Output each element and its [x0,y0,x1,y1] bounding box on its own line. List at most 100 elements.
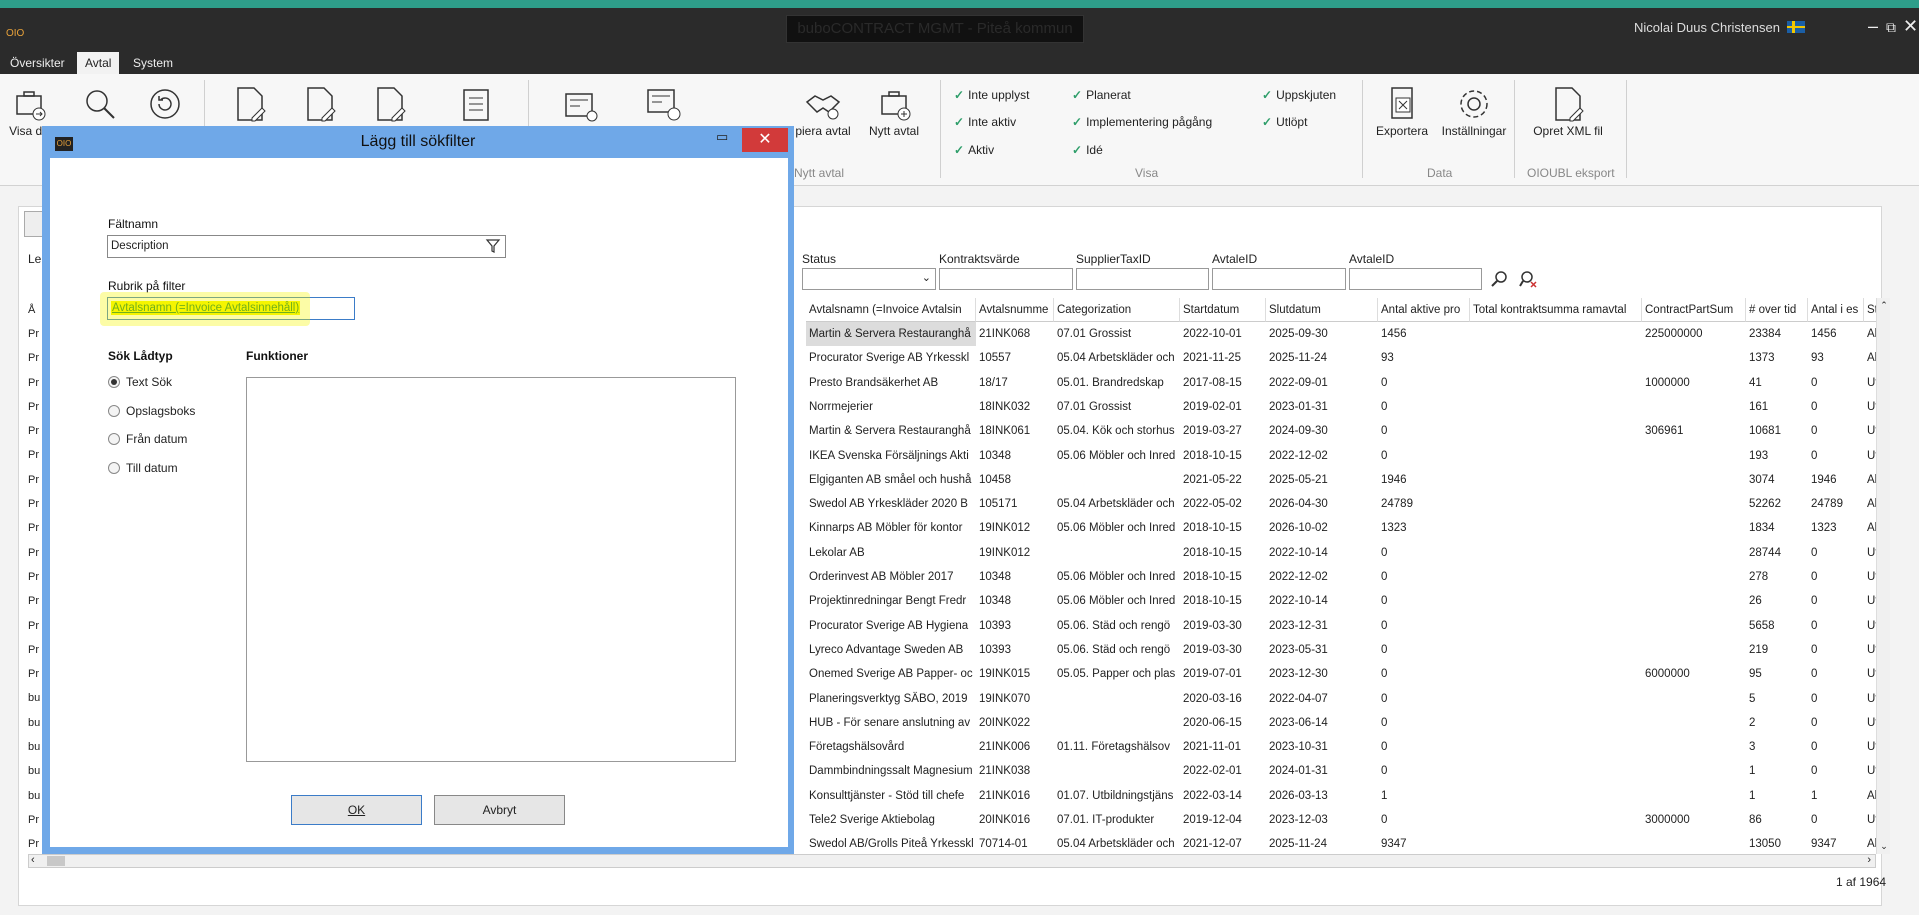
vertical-scrollbar[interactable]: ⌃ ⌄ [1876,298,1890,854]
exportera-button[interactable]: Exportera [1372,84,1432,138]
table-row[interactable]: Lyreco Advantage Sweden AB 10393 05.06. St… [806,638,1876,662]
column-header[interactable]: St [1864,298,1876,322]
table-cell: 05.04 Arbetskläder och [1057,838,1175,851]
minimize-button[interactable]: – [1868,16,1878,37]
table-row[interactable]: Planeringsverktyg SÄBO, 2019 19INK070 2020… [806,687,1876,711]
table-row[interactable]: Orderinvest AB Möbler 2017 10348 05.06 Möb… [806,565,1876,589]
check-label: Utlöpt [1276,115,1308,129]
table-row[interactable]: Swedol AB Yrkeskläder 2020 B 105171 05.04 … [806,492,1876,516]
table-row[interactable]: Procurator Sverige AB Yrkesskl 10557 05.04… [806,346,1876,370]
column-header[interactable]: Slutdatum [1266,298,1378,322]
edit-doc-2-button[interactable] [300,84,340,124]
check-planerat[interactable]: ✓ Planerat [1072,88,1131,102]
column-header[interactable]: ContractPartSum [1642,298,1746,322]
caption-input[interactable]: Avtalsnamn (=Invoice Avtalsinnehåll) [107,297,355,320]
menu-avtal[interactable]: Avtal [77,52,120,74]
menu-oversikter[interactable]: Översikter [2,52,73,74]
search-icon[interactable] [1490,269,1510,289]
kontraktsvarde-input[interactable] [939,268,1073,290]
scroll-thumb[interactable] [47,856,65,866]
installningar-button[interactable]: Inställningar [1436,84,1512,138]
table-row[interactable]: Lekolar AB 19INK012 2018-10-15 2022-10-14 0 2… [806,541,1876,565]
user-name[interactable]: Nicolai Duus Christensen [1634,20,1805,35]
column-header[interactable]: # over tid [1746,298,1808,322]
table-row[interactable]: Elgiganten AB småel och hushå 10458 2021-0… [806,468,1876,492]
table-cell [1642,541,1746,565]
status-select[interactable]: ⌄ [802,268,936,290]
table-cell: 2018-10-15 [1183,449,1242,462]
menu-system[interactable]: System [125,52,181,74]
check-ide[interactable]: ✓ Idé [1072,143,1103,157]
scroll-down-icon[interactable]: ⌄ [1877,841,1891,852]
ok-button[interactable]: OK [291,795,422,825]
radio-till-datum[interactable]: Till datum [108,461,178,475]
kopiera-avtal-button[interactable]: piera avtal [793,84,853,138]
doc-list-button[interactable] [456,84,496,124]
table-row[interactable]: Projektinredningar Bengt Fredr 10348 05.06… [806,589,1876,613]
functions-list[interactable] [246,377,736,762]
filter-icon[interactable] [485,238,501,254]
scroll-up-icon[interactable]: ⌃ [1877,300,1891,311]
table-cell: 0 [1811,376,1818,389]
avtaleid-input-2[interactable] [1349,268,1482,290]
scroll-left-icon[interactable]: ‹ [31,854,35,866]
edit-doc-3-button[interactable] [370,84,410,124]
table-row[interactable]: HUB - För senare anslutning av 20INK022 20… [806,711,1876,735]
column-header[interactable]: Antal aktive pro [1378,298,1470,322]
nytt-avtal-button[interactable]: Nytt avtal [866,84,922,138]
table-cell [1642,589,1746,613]
column-header[interactable]: Startdatum [1180,298,1266,322]
radio-text-sok[interactable]: Text Sök [108,375,172,389]
column-header[interactable]: Categorization [1054,298,1180,322]
table-row[interactable]: IKEA Svenska Försäljnings Akti 10348 05.06… [806,444,1876,468]
table-row[interactable]: Kinnarps AB Möbler för kontor 19INK012 05.… [806,516,1876,540]
table-row[interactable]: Presto Brandsäkerhet AB 18/17 05.01. Brand… [806,371,1876,395]
radio-opslagsboks[interactable]: Opslagsboks [108,404,195,418]
table-cell: Ak [1867,838,1876,851]
search-button[interactable] [80,84,120,124]
restore-button[interactable]: ⧉ [1886,19,1896,36]
column-header[interactable]: Avtalsnumme [976,298,1054,322]
column-header[interactable]: Total kontraktsumma ramavtal [1470,298,1642,322]
table-cell: 10393 [979,643,1011,656]
close-app-button[interactable]: ✕ [1903,16,1918,37]
dialog-close-button[interactable]: ✕ [742,128,788,152]
clear-search-icon[interactable] [1518,269,1538,289]
cancel-button[interactable]: Avbryt [434,795,565,825]
check-aktiv[interactable]: ✓ Aktiv [954,143,994,157]
table-cell: 05.06. Städ och rengö [1057,643,1171,656]
dialog-maximize-button[interactable]: ▭ [716,129,728,145]
table-row[interactable]: Procurator Sverige AB Hygiena 10393 05.06.… [806,614,1876,638]
edit-doc-1-button[interactable] [230,84,270,124]
table-row[interactable]: Dammbindningssalt Magnesium 21INK038 2022-… [806,759,1876,783]
table-row[interactable]: Företagshälsovård 21INK006 01.11. Företags… [806,735,1876,759]
register-refresh-button[interactable] [640,84,684,124]
table-row[interactable]: Konsulttjänster - Stöd till chefe 21INK01… [806,784,1876,808]
table-row[interactable]: Martin & Servera Restauranghå 18INK061 05.… [806,419,1876,443]
table-cell: 2017-08-15 [1183,376,1242,389]
check-implementering[interactable]: ✓ Implementering pågång [1072,115,1212,129]
suppliertaxid-input[interactable] [1076,268,1209,290]
table-cell [1642,492,1746,516]
table-cell: 1946 [1811,473,1837,486]
check-inte-aktiv[interactable]: ✓ Inte aktiv [954,115,1016,129]
table-row[interactable]: Tele2 Sverige Aktiebolag 20INK016 07.01. I… [806,808,1876,832]
column-header[interactable]: Avtalsnamn (=Invoice Avtalsin [806,298,976,322]
refresh-button[interactable] [145,84,185,124]
register-button[interactable] [558,84,602,124]
contracts-grid[interactable]: Avtalsnamn (=Invoice Avtalsin Avtalsnumme… [806,298,1876,858]
table-row[interactable]: Onemed Sverige AB Papper- oc 19INK015 05.0… [806,662,1876,686]
radio-fran-datum[interactable]: Från datum [108,432,187,446]
horizontal-scrollbar[interactable]: ‹ › [28,854,1876,868]
check-uppskjuten[interactable]: ✓ Uppskjuten [1262,88,1336,102]
avtaleid-input[interactable] [1212,268,1346,290]
field-name-select[interactable]: Description [107,235,506,258]
table-row[interactable]: Martin & Servera Restauranghå 21INK068 07.… [806,322,1876,346]
table-row[interactable]: Swedol AB/Grolls Piteå Yrkesskl 70714-01 0… [806,832,1876,856]
column-header[interactable]: Antal i es [1808,298,1864,322]
check-inte-upplyst[interactable]: ✓ Inte upplyst [954,88,1029,102]
check-utlopt[interactable]: ✓ Utlöpt [1262,115,1307,129]
scroll-right-icon[interactable]: › [1867,854,1871,866]
opret-xml-button[interactable]: Opret XML fil [1526,84,1610,138]
table-row[interactable]: Norrmejerier 18INK032 07.01 Grossist 2019-0… [806,395,1876,419]
